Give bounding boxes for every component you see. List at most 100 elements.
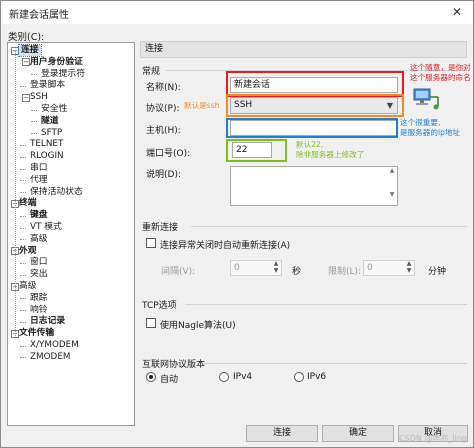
tree-connector (20, 274, 26, 276)
tcp-group-divider (185, 304, 467, 305)
port-highlight-box (226, 139, 287, 162)
window-title: 新建会话属性 (9, 10, 69, 21)
tree-connector (20, 298, 26, 300)
tree-connector (31, 121, 37, 123)
tree-connector (20, 156, 26, 158)
tree-connector (15, 51, 16, 337)
title-bar: 新建会话属性 ✕ (1, 1, 473, 24)
limit-label: 限制(L): (328, 267, 362, 277)
protocol-annotation: 默认是ssh (184, 101, 220, 110)
watermark: CSDN @李兆_ling (399, 434, 467, 443)
tree-item[interactable]: 跟踪 (30, 293, 48, 304)
ip-auto-radio[interactable] (146, 372, 156, 382)
host-annotation: 这个很重要, 是服务器的ip地址 (400, 118, 460, 138)
protocol-highlight-box (226, 94, 404, 117)
tree-item[interactable]: 日志记录 (30, 316, 65, 327)
tree-item[interactable]: SSH (30, 92, 48, 103)
tree-connector (20, 144, 26, 146)
tree-connector (20, 180, 26, 182)
tree-item[interactable]: 键盘 (30, 210, 48, 221)
tree-connector (20, 227, 26, 229)
tree-item[interactable]: 突出 (30, 269, 48, 280)
tree-item[interactable]: TELNET (30, 139, 63, 150)
tree-item[interactable]: 高级 (30, 234, 48, 245)
limit-unit: 分钟 (428, 267, 447, 277)
host-label: 主机(H): (146, 126, 181, 136)
general-group-title: 常规 (142, 67, 161, 77)
ok-button[interactable]: 确定 (322, 425, 394, 442)
tree-connector (20, 239, 26, 241)
tree-collapse-icon[interactable]: − (22, 58, 30, 67)
tree-item[interactable]: ZMODEM (30, 352, 70, 363)
name-annotation-line2: 这个服务器的命名 (410, 73, 471, 82)
ip-group-divider (204, 363, 467, 364)
tree-item[interactable]: 登录提示符 (41, 69, 85, 80)
tree-item[interactable]: 安全性 (41, 104, 67, 115)
tcp-group-title: TCP选项 (142, 301, 177, 311)
tree-connector (31, 109, 37, 111)
tree-connector (20, 215, 26, 217)
tree-item[interactable]: 用户身份验证 (30, 57, 83, 68)
interval-unit: 秒 (292, 267, 302, 277)
tree-item[interactable]: 文件传输 (19, 328, 54, 339)
host-annotation-line1: 这个很重要, (400, 118, 441, 127)
tree-item[interactable]: 登录脚本 (30, 80, 65, 91)
panel-header: 连接 (140, 41, 467, 58)
auto-reconnect-checkbox[interactable] (146, 238, 156, 248)
ip-v6-radio[interactable] (294, 372, 304, 382)
connect-button[interactable]: 连接 (246, 425, 318, 442)
description-scrollbar[interactable]: ▲ ▼ (387, 167, 397, 205)
tree-item[interactable]: RLOGIN (30, 151, 64, 162)
tree-item[interactable]: 代理 (30, 175, 48, 186)
port-annotation-line1: 默认22, (296, 140, 324, 149)
tree-item[interactable]: 高级 (19, 281, 37, 292)
description-input[interactable] (230, 166, 398, 206)
reconnect-group-divider (191, 226, 467, 227)
tree-item[interactable]: 隧道 (41, 116, 59, 127)
tree-item[interactable]: 串口 (30, 163, 48, 174)
name-annotation: 这个随意，是你对 这个服务器的命名 (410, 63, 471, 83)
tree-item[interactable]: 窗口 (30, 257, 48, 268)
tree-connector (20, 168, 26, 170)
tree-connector (31, 133, 37, 135)
nagle-checkbox[interactable] (146, 318, 156, 328)
tree-collapse-icon[interactable]: − (22, 93, 30, 102)
session-properties-window: 新建会话属性 ✕ 类别(C): − 连接 − 用户身份验证 登录提示符 登录脚本 − SSH 安… (0, 0, 474, 448)
port-annotation: 默认22, 除非服务器上修改了 (296, 140, 364, 160)
ip-v4-label: IPv4 (233, 372, 253, 382)
tree-item[interactable]: 连接 (18, 44, 42, 57)
ip-v6-label: IPv6 (307, 372, 327, 382)
tree-connector (20, 85, 26, 87)
ip-group-title: 互联网协议版本 (142, 360, 206, 370)
tree-connector (31, 74, 37, 76)
tree-item[interactable]: VT 模式 (30, 222, 62, 233)
port-label: 端口号(O): (146, 149, 191, 159)
tree-item[interactable]: 响铃 (30, 305, 48, 316)
network-computer-icon (413, 88, 439, 110)
port-annotation-line2: 除非服务器上修改了 (296, 150, 365, 159)
category-tree[interactable]: − 连接 − 用户身份验证 登录提示符 登录脚本 − SSH 安全性 隧道 SFTP TELNET RL… (7, 42, 135, 426)
host-annotation-line2: 是服务器的ip地址 (400, 128, 461, 137)
tree-item[interactable]: 终端 (19, 198, 37, 209)
tree-item[interactable]: SFTP (41, 128, 62, 139)
name-label: 名称(N): (146, 83, 181, 93)
tree-item[interactable]: X/YMODEM (30, 340, 79, 351)
tree-item[interactable]: 外观 (19, 246, 37, 257)
tree-item[interactable]: 保持活动状态 (30, 187, 83, 198)
description-label: 说明(D): (146, 170, 181, 180)
host-highlight-box (226, 118, 398, 138)
interval-label: 间隔(V): (161, 267, 196, 277)
interval-spinner[interactable]: ▲ ▼ (271, 260, 281, 276)
reconnect-group-title: 重新连接 (142, 223, 179, 233)
name-annotation-line1: 这个随意，是你对 (410, 63, 471, 72)
ip-auto-label: 自动 (160, 375, 179, 385)
tree-connector (20, 262, 26, 264)
close-icon[interactable]: ✕ (449, 4, 465, 20)
tree-connector (20, 345, 26, 347)
limit-spinner[interactable]: ▲ ▼ (404, 260, 414, 276)
protocol-label: 协议(P): (146, 104, 180, 114)
category-label: 类别(C): (8, 32, 45, 43)
tree-connector (20, 192, 26, 194)
ip-v4-radio[interactable] (219, 372, 229, 382)
nagle-label: 使用Nagle算法(U) (160, 321, 236, 331)
